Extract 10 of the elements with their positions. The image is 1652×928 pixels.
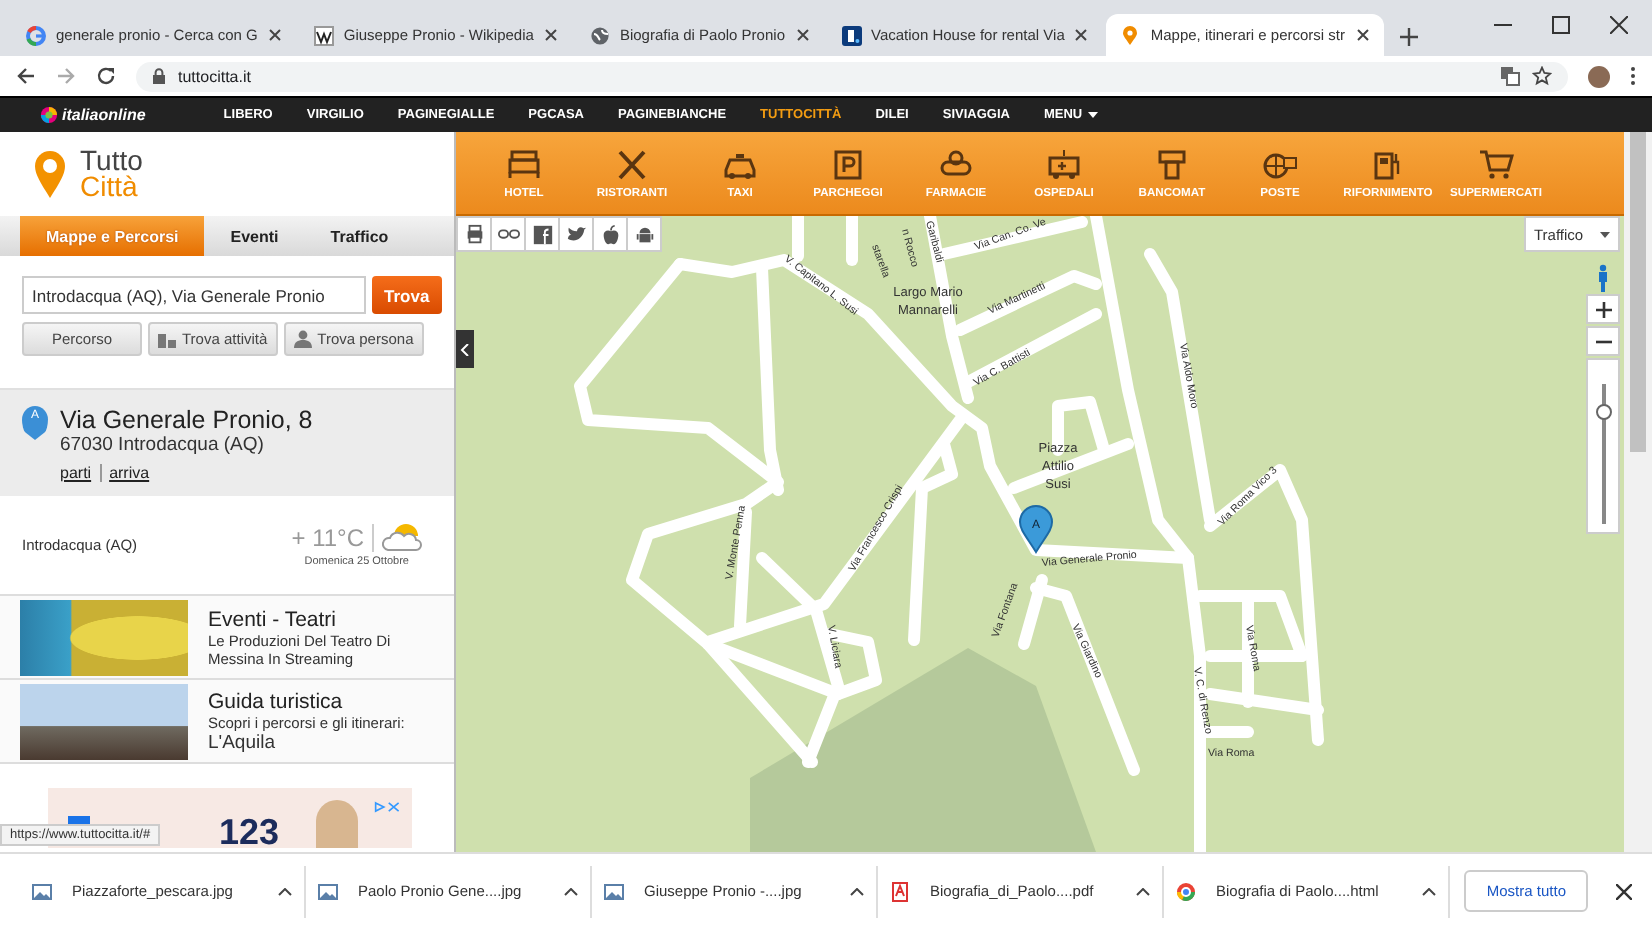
card-subtitle: L'Aquila	[208, 731, 278, 753]
address-title: Via Generale Pronio, 8	[60, 406, 313, 434]
logo-text: italiaonline	[62, 106, 146, 124]
card-title: Guida turistica	[208, 689, 345, 713]
card-title: Eventi - Teatri	[208, 607, 338, 631]
brand-name: Tutto	[80, 148, 143, 174]
brand-name: Città	[80, 174, 138, 200]
address-line: 67030 Introdacqua (AQ)	[60, 434, 266, 456]
temperature: + 11°C	[291, 523, 374, 551]
ad-text: 123	[218, 812, 280, 852]
